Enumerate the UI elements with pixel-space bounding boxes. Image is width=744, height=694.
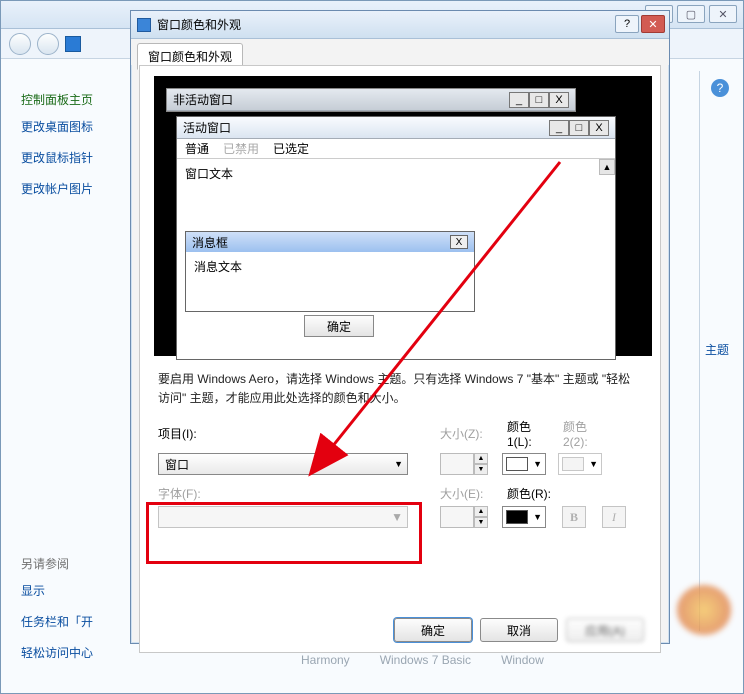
preview-active-max-icon: □ [569,120,589,136]
dialog-help-button[interactable]: ? [615,15,639,33]
form-area: 项目(I): 大小(Z): 颜色 1(L): 颜色 2(2): 窗口 ▼ ▲▼ [158,418,642,528]
preview-active-min-icon: _ [549,120,569,136]
chevron-down-icon: ▼ [394,459,403,469]
spin-down-icon: ▼ [474,517,488,528]
preview-inactive-title: 非活动窗口 [173,91,233,108]
sidebar-link-cursor[interactable]: 更改鼠标指针 [21,149,131,166]
spin-down-icon: ▼ [474,464,488,475]
bg-maximize-button[interactable]: ▢ [677,5,705,23]
preview-active-title: 活动窗口 [183,119,231,136]
preview-messagebox: 消息框 X 消息文本 确定 [185,231,475,312]
spin-up-icon: ▲ [474,506,488,517]
chevron-down-icon: ▼ [391,510,403,524]
label-color1: 颜色 1(L): [507,418,551,449]
preview-menubar: 普通 已禁用 已选定 [177,139,615,159]
bold-button: B [562,506,586,528]
preview-inactive-window: 非活动窗口 _ □ X [166,88,576,112]
apply-button[interactable]: 应用(A) [566,618,644,642]
font-combo: ▼ [158,506,408,528]
preview-active-window: 活动窗口 _ □ X 普通 已禁用 已选定 窗口文本 ▲ [176,116,616,360]
chevron-down-icon: ▼ [589,459,598,469]
preview-msgbox-title: 消息框 [192,234,228,251]
sidebar-link-account[interactable]: 更改帐户图片 [21,180,131,197]
item-combo[interactable]: 窗口 ▼ [158,453,408,475]
chevron-down-icon: ▼ [533,512,542,522]
footer-1[interactable]: Harmony [301,653,350,667]
sidebar: 控制面板主页 更改桌面图标 更改鼠标指针 更改帐户图片 [21,91,131,211]
dialog-title-text: 窗口颜色和外观 [157,16,241,33]
color-r-swatch [506,510,528,524]
color1-button[interactable]: ▼ [502,453,546,475]
label-color2: 颜色 2(2): [563,418,607,449]
spin-up-icon: ▲ [474,453,488,464]
sidebar-link-icons[interactable]: 更改桌面图标 [21,118,131,135]
label-font: 字体(F): [158,485,258,502]
appearance-dialog: 窗口颜色和外观 ? ✕ 窗口颜色和外观 非活动窗口 _ □ X [130,10,670,644]
preview-inactive-close-icon: X [549,92,569,108]
chevron-down-icon: ▼ [533,459,542,469]
size-z-input [440,453,474,475]
preview-menu-selected: 已选定 [273,140,309,157]
seealso-display[interactable]: 显示 [21,582,131,599]
preview-msgbox-close-icon: X [450,235,468,249]
preview-scroll-up-icon: ▲ [599,159,615,175]
right-pane-border [699,71,733,631]
dialog-content: 非活动窗口 _ □ X 活动窗口 _ □ X [139,65,661,653]
seealso-header: 另请参阅 [21,555,131,572]
preview-msgbox-text: 消息文本 [186,252,474,311]
dialog-footer: 确定 取消 应用(A) [394,618,644,642]
footer-3[interactable]: Window [501,653,544,667]
italic-button: I [602,506,626,528]
preview-menu-normal: 普通 [185,140,209,157]
preview-active-close-icon: X [589,120,609,136]
nav-forward-icon[interactable] [37,33,59,55]
color2-button: ▼ [558,453,602,475]
dialog-titlebar: 窗口颜色和外观 ? ✕ [131,11,669,39]
seealso-taskbar[interactable]: 任务栏和「开 [21,613,131,630]
preview-area: 非活动窗口 _ □ X 活动窗口 _ □ X [154,76,652,356]
decorative-blur [677,585,731,635]
preview-inactive-min-icon: _ [509,92,529,108]
preview-msgbox-ok: 确定 [304,315,374,337]
dialog-icon [137,18,151,32]
label-size-e: 大小(E): [440,485,495,502]
color1-swatch [506,457,528,471]
preview-window-text: 窗口文本 [185,165,233,182]
app-icon [65,36,81,52]
cancel-button[interactable]: 取消 [480,618,558,642]
seealso: 另请参阅 显示 任务栏和「开 轻松访问中心 [21,555,131,675]
sidebar-header: 控制面板主页 [21,91,131,108]
color-r-button[interactable]: ▼ [502,506,546,528]
bg-close-button[interactable]: ✕ [709,5,737,23]
label-item: 项目(I): [158,425,258,442]
label-color-r: 颜色(R): [507,485,567,502]
dialog-close-button[interactable]: ✕ [641,15,665,33]
dialog-tabbar: 窗口颜色和外观 [131,39,669,65]
label-size-z: 大小(Z): [440,425,495,442]
nav-back-icon[interactable] [9,33,31,55]
description-text: 要启用 Windows Aero，请选择 Windows 主题。只有选择 Win… [158,370,642,408]
preview-menu-disabled: 已禁用 [223,140,259,157]
size-e-spinner: ▲▼ [440,506,490,528]
size-z-spinner: ▲▼ [440,453,490,475]
seealso-ease[interactable]: 轻松访问中心 [21,644,131,661]
preview-inactive-max-icon: □ [529,92,549,108]
item-combo-value: 窗口 [165,456,189,473]
color2-swatch [562,457,584,471]
ok-button[interactable]: 确定 [394,618,472,642]
size-e-input [440,506,474,528]
footer-themes: Harmony Windows 7 Basic Window [301,653,544,667]
footer-2[interactable]: Windows 7 Basic [380,653,471,667]
